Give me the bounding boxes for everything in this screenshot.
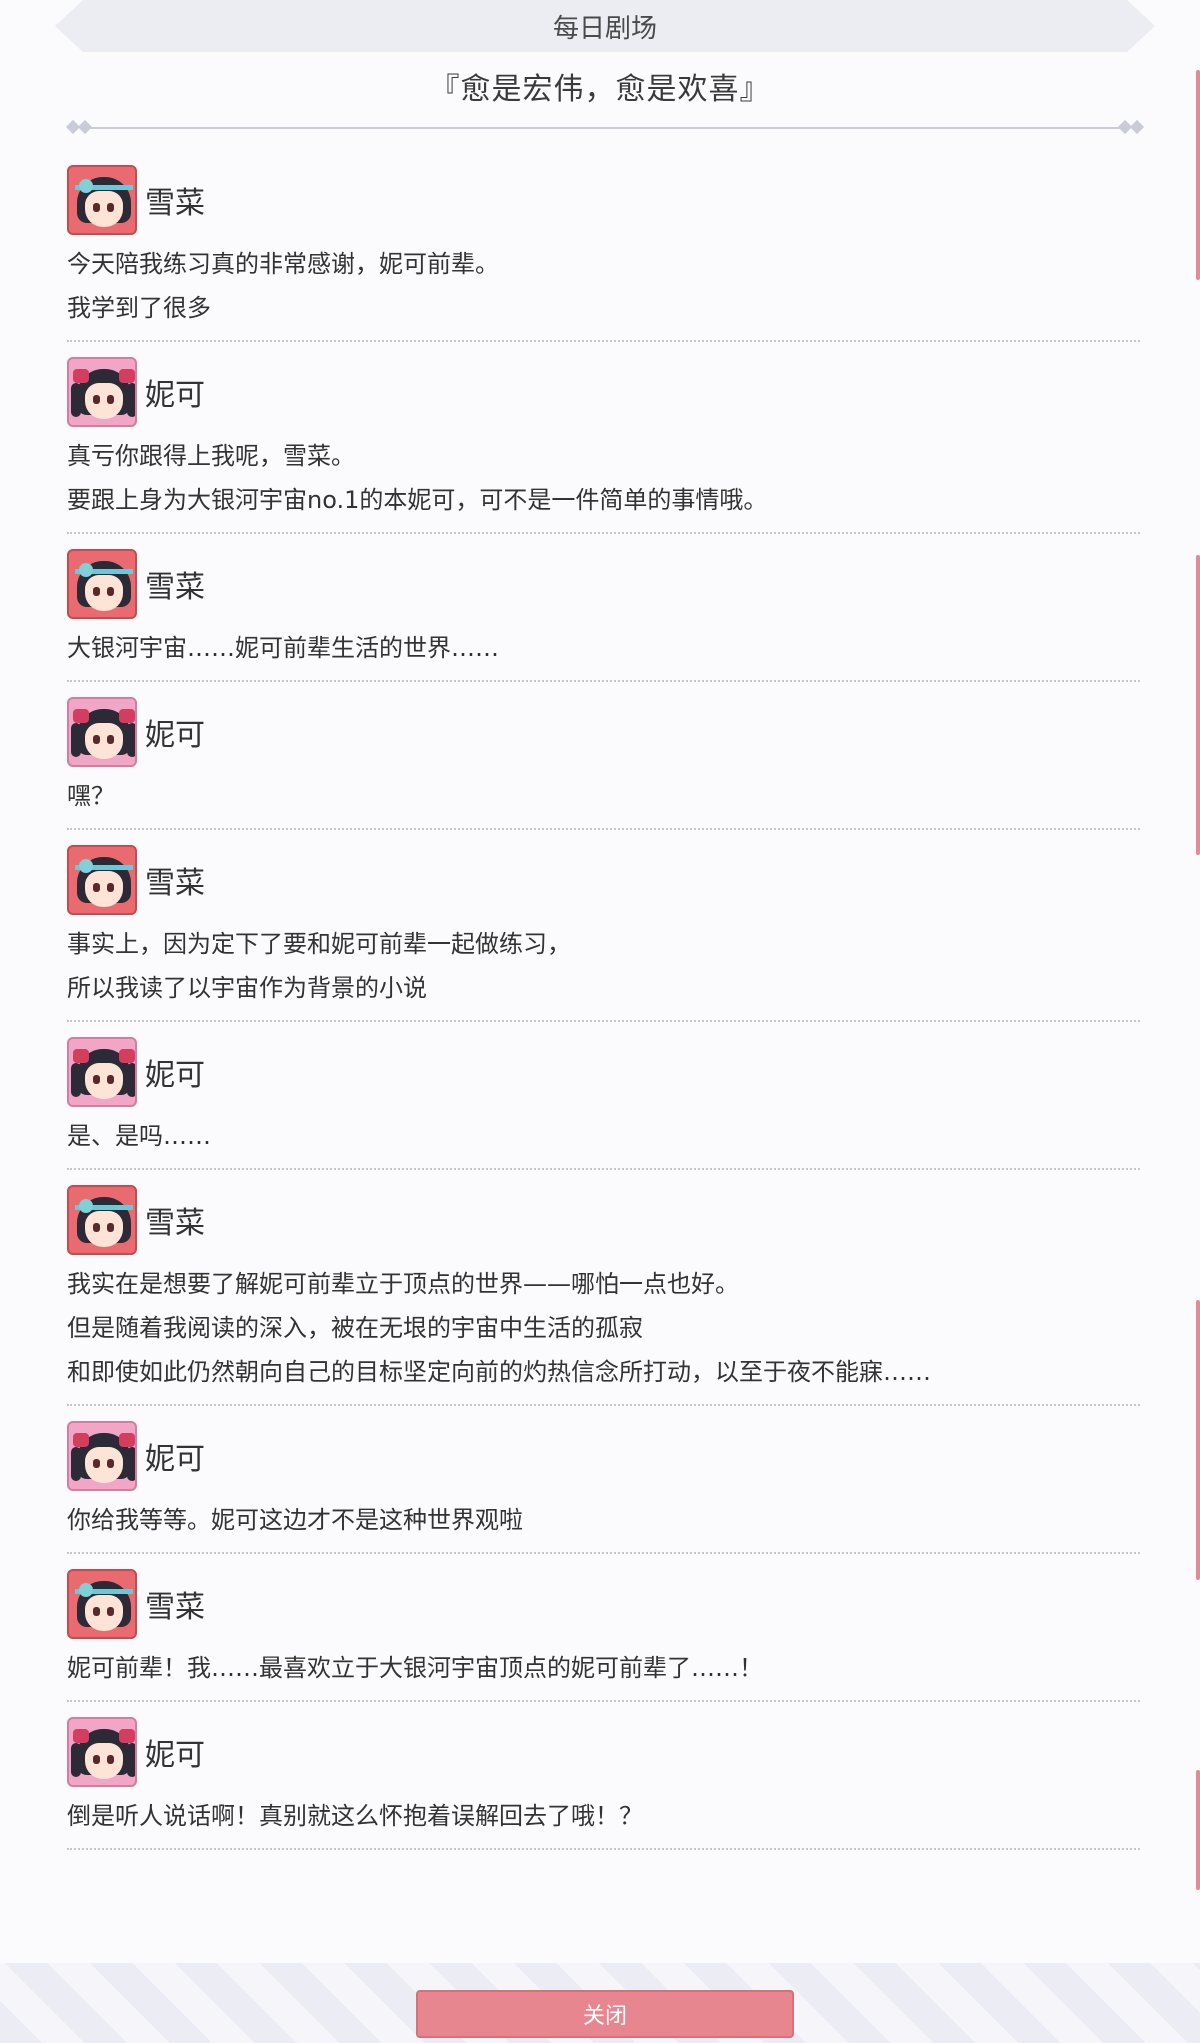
- dialogue-entry: 妮可是、是吗……: [67, 1032, 1140, 1170]
- dialogue-line: 所以我读了以宇宙作为背景的小说: [67, 974, 427, 1002]
- dialogue-entry: 妮可你给我等等。妮可这边才不是这种世界观啦: [67, 1416, 1140, 1554]
- edge-accent: [1196, 1770, 1200, 1890]
- title-divider: [65, 119, 1145, 135]
- edge-accent: [1196, 555, 1200, 855]
- dialogue-line: 妮可前辈！我……最喜欢立于大银河宇宙顶点的妮可前辈了……！: [67, 1654, 763, 1682]
- nico-avatar-icon: [67, 357, 137, 427]
- setsuna-avatar-icon: [67, 1185, 137, 1255]
- dialogue-line: 大银河宇宙……妮可前辈生活的世界……: [67, 634, 499, 662]
- speaker-name: 雪菜: [145, 1206, 205, 1241]
- dialogue-line: 我学到了很多: [67, 294, 211, 322]
- speaker-name: 雪菜: [145, 1590, 205, 1625]
- dialogue-entry: 雪菜大银河宇宙……妮可前辈生活的世界……: [67, 544, 1140, 682]
- speaker-name: 妮可: [145, 1058, 205, 1093]
- edge-accent: [1196, 1300, 1200, 1580]
- daily-theater-panel: 每日剧场 『愈是宏伟，愈是欢喜』 雪菜 今天陪我练习真的非常感谢，妮可前辈。 我学到…: [0, 0, 1200, 2043]
- close-button[interactable]: 关闭: [416, 1990, 794, 2038]
- speaker-name: 雪菜: [145, 866, 205, 901]
- dialogue-line: 事实上，因为定下了要和妮可前辈一起做练习，: [67, 930, 571, 958]
- close-button-label: 关闭: [582, 2004, 627, 2029]
- speaker-name: 雪菜: [145, 186, 205, 221]
- dialogue-entry: 妮可倒是听人说话啊！真别就这么怀抱着误解回去了哦！？: [67, 1712, 1140, 1850]
- dialogue-entry: 雪菜我实在是想要了解妮可前辈立于顶点的世界——哪怕一点也好。 但是随着我阅读的深入…: [67, 1180, 1140, 1406]
- setsuna-avatar-icon: [67, 165, 137, 235]
- dialogue-line: 倒是听人说话啊！真别就这么怀抱着误解回去了哦！？: [67, 1802, 643, 1830]
- speaker-name: 雪菜: [145, 570, 205, 605]
- setsuna-avatar-icon: [67, 549, 137, 619]
- speaker-name: 妮可: [145, 1442, 205, 1477]
- speaker-name: 妮可: [145, 1738, 205, 1773]
- speaker-row: 雪菜: [67, 1564, 1140, 1644]
- nico-avatar-icon: [67, 1421, 137, 1491]
- dialogue-line: 你给我等等。妮可这边才不是这种世界观啦: [67, 1506, 523, 1534]
- nico-avatar-icon: [67, 697, 137, 767]
- speaker-row: 妮可: [67, 1032, 1140, 1112]
- page-title: 每日剧场: [552, 13, 657, 44]
- dialogue-entry: 妮可真亏你跟得上我呢，雪菜。要跟上身为大银河宇宙no.1的本妮可，可不是一件简单…: [67, 352, 1140, 534]
- dialogue-entry: 雪菜妮可前辈！我……最喜欢立于大银河宇宙顶点的妮可前辈了……！: [67, 1564, 1140, 1702]
- speaker-row: 雪菜: [67, 840, 1140, 920]
- dialogue-entry: 雪菜事实上，因为定下了要和妮可前辈一起做练习， 所以我读了以宇宙作为背景的小说: [67, 840, 1140, 1022]
- dialogue-line: 真亏你跟得上我呢，雪菜。: [67, 442, 355, 470]
- speaker-row: 雪菜: [67, 160, 1140, 240]
- speaker-row: 妮可: [67, 692, 1140, 772]
- speaker-row: 妮可: [67, 1712, 1140, 1792]
- speaker-name: 妮可: [145, 718, 205, 753]
- dialogue-line: 但是随着我阅读的深入，被在无垠的宇宙中生活的孤寂: [67, 1314, 643, 1342]
- dialogue-line: 是、是吗……: [67, 1122, 211, 1150]
- setsuna-avatar-icon: [67, 845, 137, 915]
- dialogue-line: 我实在是想要了解妮可前辈立于顶点的世界——哪怕一点也好。: [67, 1270, 739, 1298]
- dialogue-list[interactable]: 雪菜 今天陪我练习真的非常感谢，妮可前辈。 我学到了很多 妮可 真亏你跟得上我呢，雪菜。…: [67, 160, 1140, 1860]
- speaker-name: 妮可: [145, 378, 205, 413]
- dialogue-line: 今天陪我练习真的非常感谢，妮可前辈。: [67, 250, 499, 278]
- dialogue-entry: 雪菜今天陪我练习真的非常感谢，妮可前辈。 我学到了很多: [67, 160, 1140, 342]
- speaker-row: 雪菜: [67, 1180, 1140, 1260]
- dialogue-line: 要跟上身为大银河宇宙no.1的本妮可，可不是一件简单的事情哦。: [67, 486, 768, 514]
- nico-avatar-icon: [67, 1037, 137, 1107]
- header-ribbon: 每日剧场: [55, 0, 1155, 52]
- dialogue-entry: 妮可嘿？: [67, 692, 1140, 830]
- setsuna-avatar-icon: [67, 1569, 137, 1639]
- episode-title: 『愈是宏伟，愈是欢喜』: [429, 72, 771, 107]
- speaker-row: 雪菜: [67, 544, 1140, 624]
- speaker-row: 妮可: [67, 352, 1140, 432]
- dialogue-line: 嘿？: [67, 782, 115, 810]
- dialogue-line: 和即使如此仍然朝向自己的目标坚定向前的灼热信念所打动，以至于夜不能寐……: [67, 1358, 931, 1386]
- speaker-row: 妮可: [67, 1416, 1140, 1496]
- nico-avatar-icon: [67, 1717, 137, 1787]
